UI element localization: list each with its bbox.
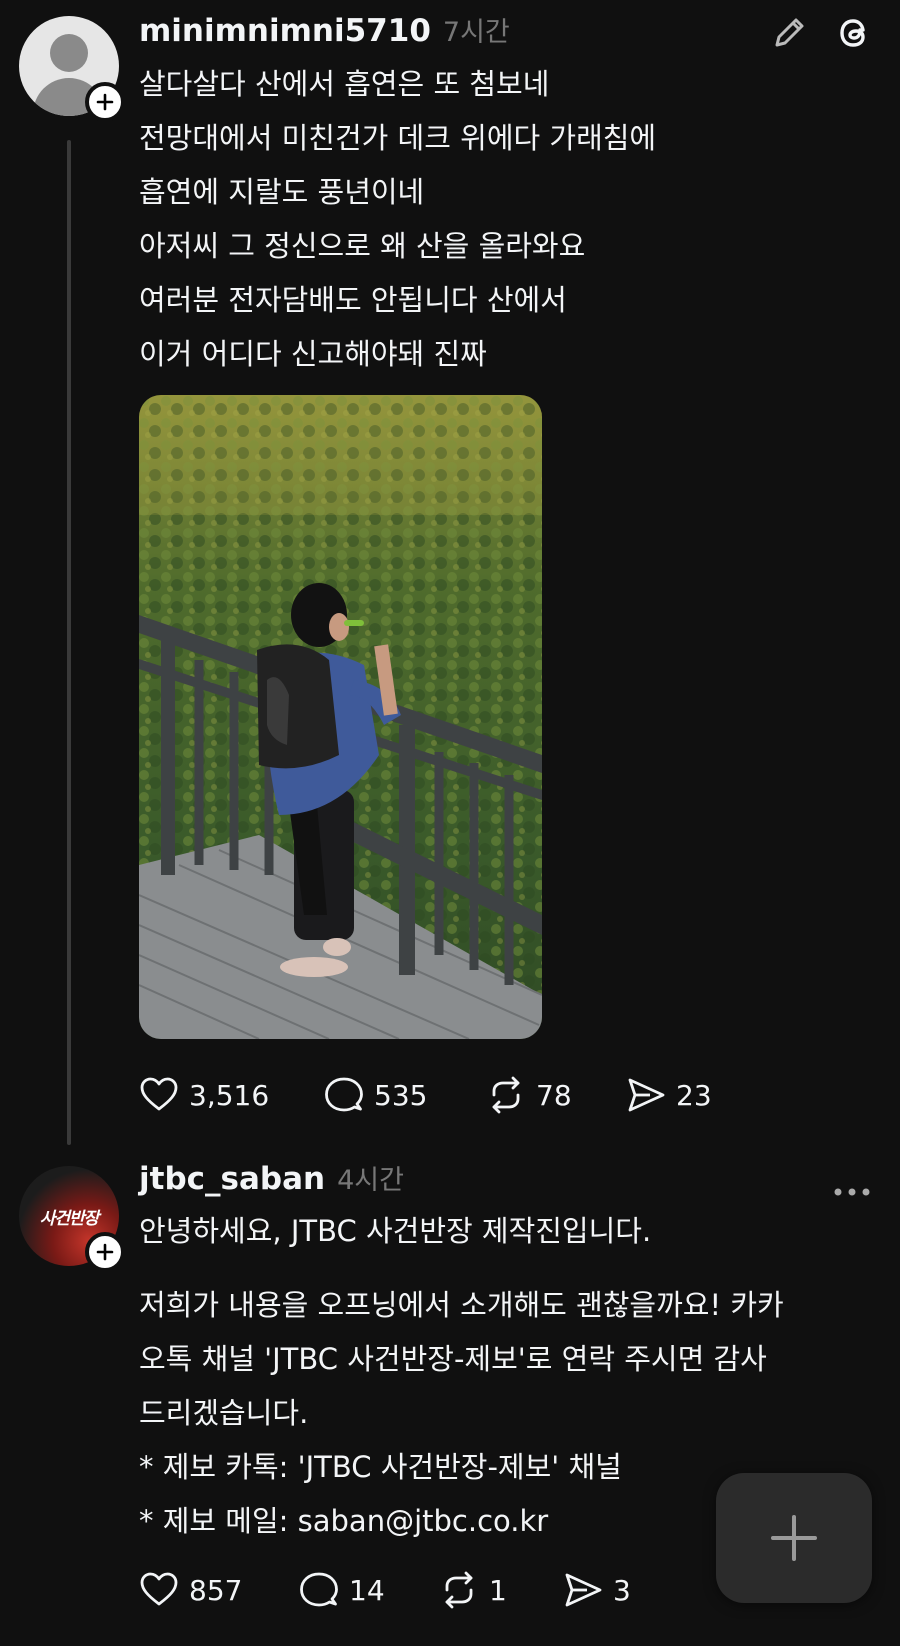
- post-text: 살다살다 산에서 흡연은 또 첨보네 전망대에서 미친건가 데크 위에다 가래침…: [139, 57, 656, 381]
- repost-button[interactable]: 1: [439, 1570, 563, 1610]
- reply-paragraph: 저희가 내용을 오프닝에서 소개해도 괜찮을까요! 카카 오톡 채널 'JTBC…: [139, 1278, 784, 1440]
- share-count: 3: [613, 1573, 631, 1607]
- comment-count: 535: [374, 1078, 428, 1112]
- like-button[interactable]: 857: [139, 1570, 299, 1610]
- post-text-line: 전망대에서 미친건가 데크 위에다 가래침에: [139, 121, 657, 155]
- post-text-line: 살다살다 산에서 흡연은 또 첨보네: [139, 67, 550, 101]
- timestamp: 7시간: [442, 17, 510, 48]
- username[interactable]: jtbc_saban: [139, 1161, 325, 1197]
- avatar[interactable]: 사건반장: [19, 1166, 125, 1272]
- post-text-line: 이거 어디다 신고해야돼 진짜: [139, 337, 487, 371]
- pencil-icon[interactable]: [768, 12, 810, 54]
- like-count: 857: [189, 1573, 243, 1607]
- reply-text-line: 드리겠습니다.: [139, 1396, 309, 1430]
- plus-icon: [771, 1515, 817, 1561]
- reply-text-line: 안녕하세요, JTBC 사건반장 제작진입니다.: [139, 1214, 652, 1248]
- send-icon: [565, 1573, 602, 1607]
- comment-bubble-icon: [325, 1077, 363, 1112]
- post-actions: 3,516 535 78 23: [139, 1075, 712, 1115]
- username[interactable]: minimnimni5710: [139, 13, 431, 49]
- heart-icon: [140, 1572, 178, 1606]
- email-link[interactable]: * 제보 메일: saban@jtbc.co.kr: [139, 1504, 548, 1538]
- follow-button[interactable]: [85, 82, 125, 122]
- timestamp: 4시간: [337, 1165, 404, 1196]
- more-dots-icon[interactable]: [832, 1182, 872, 1202]
- post-text-line: 흡연에 지랄도 풍년이네: [139, 175, 425, 209]
- plus-icon: [96, 93, 114, 111]
- repost-count: 78: [536, 1078, 572, 1112]
- send-icon: [628, 1078, 665, 1112]
- reply-text-line: * 제보 메일: saban@jtbc.co.kr: [139, 1494, 622, 1548]
- comment-count: 14: [349, 1573, 385, 1607]
- plus-icon: [96, 1243, 114, 1261]
- header-actions: [768, 12, 876, 54]
- reply-text-line: 저희가 내용을 오프닝에서 소개해도 괜찮을까요! 카카: [139, 1288, 784, 1322]
- repost-icon: [492, 1076, 520, 1114]
- reply-text-line: * 제보 카톡: 'JTBC 사건반장-제보' 채널: [139, 1450, 622, 1484]
- comment-button[interactable]: 14: [299, 1570, 439, 1610]
- avatar-logo-text: 사건반장: [39, 1209, 100, 1229]
- repost-button[interactable]: 78: [486, 1075, 626, 1115]
- post-text-line: 아저씨 그 정신으로 왜 산을 올라와요: [139, 229, 586, 263]
- reply-paragraph: 안녕하세요, JTBC 사건반장 제작진입니다.: [139, 1204, 651, 1258]
- like-count: 3,516: [189, 1078, 270, 1112]
- share-button[interactable]: 23: [626, 1075, 712, 1115]
- reply-text-line: 오톡 채널 'JTBC 사건반장-제보'로 연락 주시면 감사: [139, 1342, 767, 1376]
- threads-logo-icon[interactable]: [834, 12, 876, 54]
- post-photo[interactable]: [139, 395, 542, 1039]
- comment-button[interactable]: 535: [324, 1075, 486, 1115]
- thread-post: minimnimni5710 7시간 살다살다 산에서 흡연은 또 첨보네 전망…: [0, 0, 900, 1150]
- post-header: jtbc_saban 4시간: [139, 1158, 404, 1197]
- share-button[interactable]: 3: [563, 1570, 631, 1610]
- thread-connector-line: [67, 140, 71, 1145]
- share-count: 23: [676, 1078, 712, 1112]
- post-header: minimnimni5710 7시간: [139, 10, 510, 49]
- follow-button[interactable]: [85, 1232, 125, 1272]
- compose-button[interactable]: [716, 1473, 872, 1603]
- reply-paragraph: * 제보 카톡: 'JTBC 사건반장-제보' 채널 * 제보 메일: saba…: [139, 1440, 622, 1548]
- post-actions: 857 14 1 3: [139, 1570, 631, 1610]
- comment-bubble-icon: [300, 1572, 338, 1607]
- like-button[interactable]: 3,516: [139, 1075, 324, 1115]
- photo-illustration: [139, 395, 542, 1039]
- repost-icon: [445, 1571, 473, 1609]
- repost-count: 1: [489, 1573, 507, 1607]
- avatar[interactable]: [19, 16, 125, 122]
- post-text-line: 여러분 전자담배도 안됩니다 산에서: [139, 283, 567, 317]
- heart-icon: [140, 1077, 178, 1111]
